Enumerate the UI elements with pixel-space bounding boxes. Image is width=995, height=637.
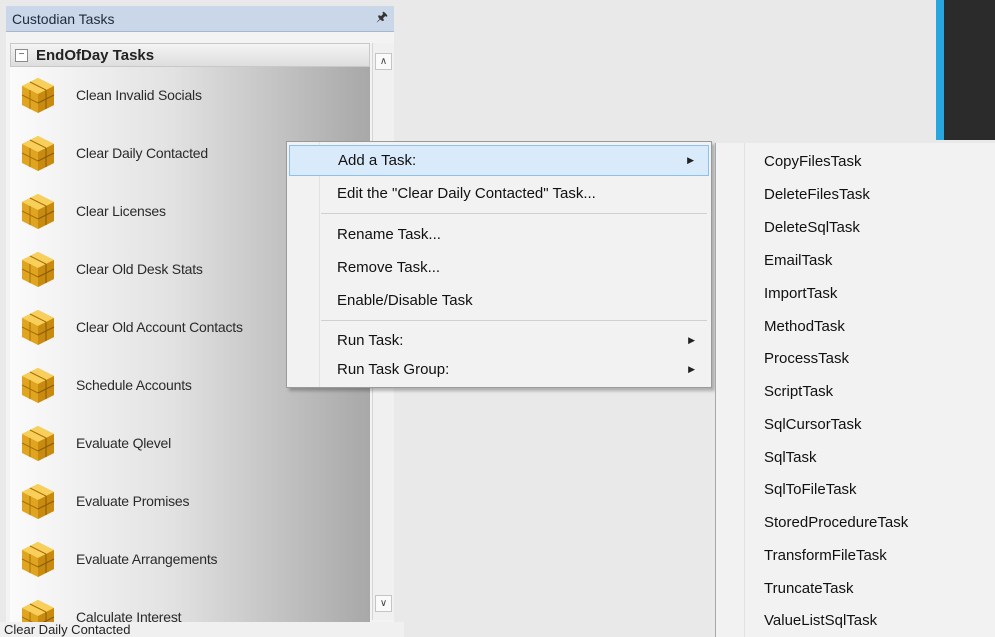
task-label: Evaluate Promises bbox=[76, 493, 190, 509]
cube-icon bbox=[21, 252, 55, 287]
submenu-item[interactable]: MethodTask bbox=[764, 311, 845, 343]
menu-separator bbox=[321, 320, 707, 321]
cube-icon bbox=[21, 310, 55, 345]
panel-header: Custodian Tasks 🖈 bbox=[6, 6, 394, 32]
menu-item-label: Add a Task: bbox=[338, 152, 417, 169]
task-label: Clear Daily Contacted bbox=[76, 145, 208, 161]
menu-item-run-task[interactable]: Run Task: ▶ bbox=[289, 325, 709, 356]
submenu-item[interactable]: SqlCursorTask bbox=[764, 409, 862, 441]
menu-item-label: Rename Task... bbox=[337, 226, 441, 243]
task-label: Schedule Accounts bbox=[76, 377, 192, 393]
cube-icon bbox=[21, 78, 55, 113]
task-item[interactable]: Evaluate Qlevel bbox=[10, 418, 370, 468]
menu-item-add-task[interactable]: Add a Task: ▶ bbox=[289, 145, 709, 176]
cube-icon bbox=[21, 484, 55, 519]
submenu-item[interactable]: TransformFileTask bbox=[764, 540, 887, 572]
menu-item-edit-task[interactable]: Edit the "Clear Daily Contacted" Task... bbox=[289, 178, 709, 209]
menu-item-enable-disable-task[interactable]: Enable/Disable Task bbox=[289, 285, 709, 316]
submenu-item[interactable]: ImportTask bbox=[764, 278, 837, 310]
menu-item-run-task-group[interactable]: Run Task Group: ▶ bbox=[289, 354, 709, 385]
scroll-up-icon[interactable]: ∧ bbox=[375, 53, 392, 70]
submenu-arrow-icon: ▶ bbox=[687, 155, 694, 165]
pin-icon[interactable]: 🖈 bbox=[376, 8, 388, 30]
status-text: Clear Daily Contacted bbox=[0, 622, 404, 637]
submenu-item[interactable]: EmailTask bbox=[764, 245, 832, 277]
menu-item-label: Run Task Group: bbox=[337, 361, 450, 378]
task-item[interactable]: Clean Invalid Socials bbox=[10, 70, 370, 120]
submenu-item[interactable]: CopyFilesTask bbox=[764, 146, 862, 178]
cube-icon bbox=[21, 194, 55, 229]
cube-icon bbox=[21, 542, 55, 577]
submenu-item[interactable]: SqlTask bbox=[764, 442, 817, 474]
cube-icon bbox=[21, 136, 55, 171]
task-label: Clear Licenses bbox=[76, 203, 166, 219]
submenu-arrow-icon: ▶ bbox=[688, 335, 695, 345]
task-item[interactable]: Evaluate Promises bbox=[10, 476, 370, 526]
menu-item-label: Remove Task... bbox=[337, 259, 441, 276]
task-label: Evaluate Qlevel bbox=[76, 435, 172, 451]
accent-strip bbox=[936, 0, 944, 140]
submenu-item[interactable]: DeleteFilesTask bbox=[764, 179, 870, 211]
group-label: EndOfDay Tasks bbox=[36, 46, 155, 64]
add-task-submenu: CopyFilesTask DeleteFilesTask DeleteSqlT… bbox=[715, 143, 995, 637]
group-header-endofday[interactable]: − EndOfDay Tasks bbox=[10, 43, 370, 67]
submenu-item[interactable]: ValueListSqlTask bbox=[764, 605, 877, 637]
menu-separator bbox=[321, 213, 707, 214]
collapse-icon[interactable]: − bbox=[15, 48, 28, 62]
context-menu: Add a Task: ▶ Edit the "Clear Daily Cont… bbox=[286, 141, 712, 388]
submenu-item[interactable]: DeleteSqlTask bbox=[764, 212, 860, 244]
submenu-item[interactable]: SqlToFileTask bbox=[764, 474, 857, 506]
menu-gutter bbox=[716, 143, 745, 637]
task-label: Clean Invalid Socials bbox=[76, 87, 202, 103]
submenu-item[interactable]: ScriptTask bbox=[764, 376, 833, 408]
scroll-down-icon[interactable]: ∨ bbox=[375, 595, 392, 612]
menu-item-label: Enable/Disable Task bbox=[337, 292, 473, 309]
submenu-arrow-icon: ▶ bbox=[688, 364, 695, 374]
menu-item-remove-task[interactable]: Remove Task... bbox=[289, 252, 709, 283]
task-label: Clear Old Desk Stats bbox=[76, 261, 203, 277]
cube-icon bbox=[21, 368, 55, 403]
dark-pane bbox=[944, 0, 995, 140]
menu-item-rename-task[interactable]: Rename Task... bbox=[289, 219, 709, 250]
cube-icon bbox=[21, 426, 55, 461]
submenu-item[interactable]: TruncateTask bbox=[764, 573, 853, 605]
submenu-item[interactable]: ProcessTask bbox=[764, 343, 849, 375]
submenu-item[interactable]: StoredProcedureTask bbox=[764, 507, 908, 539]
panel-title: Custodian Tasks bbox=[12, 10, 115, 27]
menu-item-label: Run Task: bbox=[337, 332, 404, 349]
task-label: Clear Old Account Contacts bbox=[76, 319, 243, 335]
task-item[interactable]: Evaluate Arrangements bbox=[10, 534, 370, 584]
menu-item-label: Edit the "Clear Daily Contacted" Task... bbox=[337, 185, 596, 202]
task-label: Evaluate Arrangements bbox=[76, 551, 218, 567]
